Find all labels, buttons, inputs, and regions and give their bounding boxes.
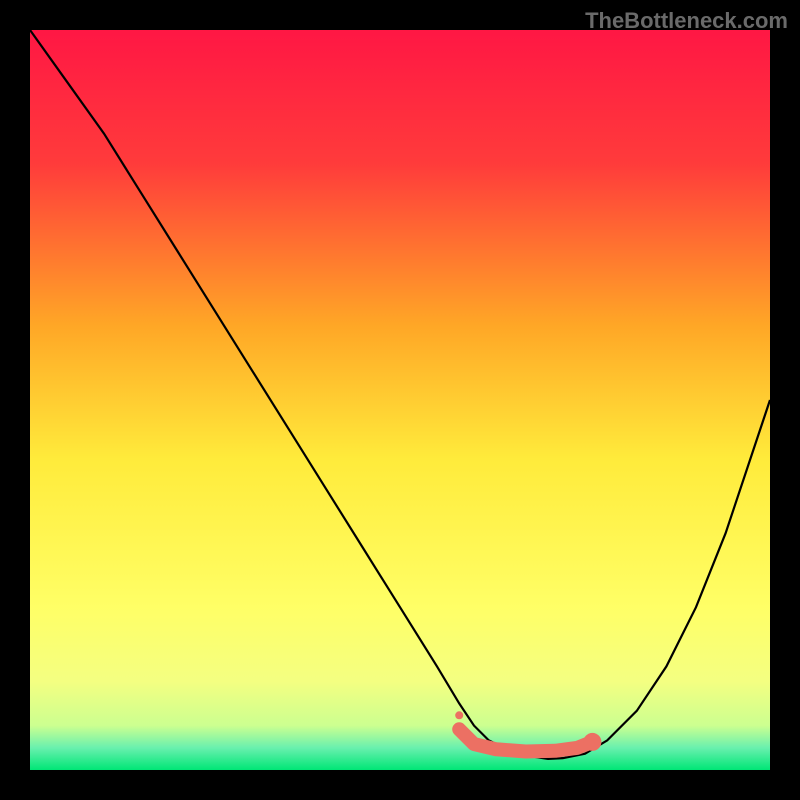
optimal-range-stroke <box>459 729 592 751</box>
chart-plot-area <box>30 30 770 770</box>
optimal-range-end-dot <box>583 733 601 751</box>
optimal-range-highlight <box>455 711 601 751</box>
optimal-range-start-dot <box>455 711 463 719</box>
watermark-text: TheBottleneck.com <box>585 8 788 34</box>
bottleneck-curve-svg <box>30 30 770 770</box>
bottleneck-curve-path <box>30 30 770 759</box>
